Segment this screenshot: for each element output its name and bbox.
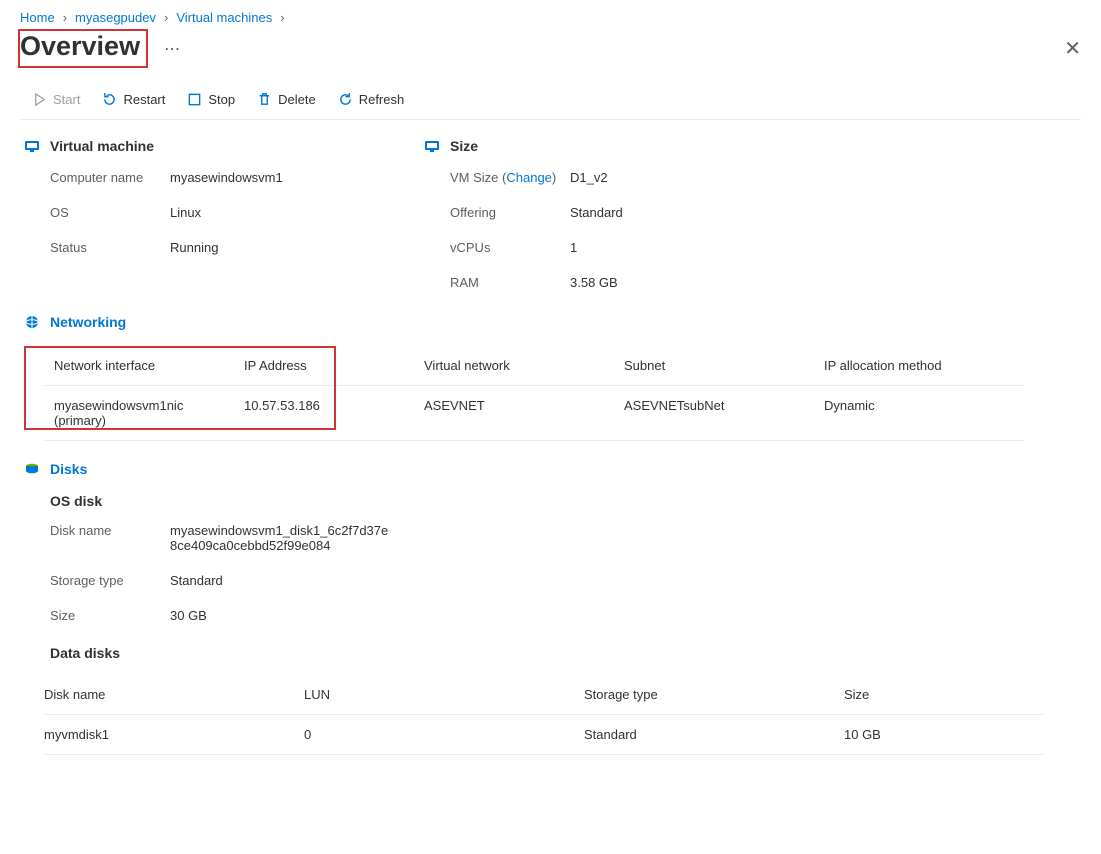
storage-type-label: Storage type	[50, 573, 170, 588]
command-bar: Start Restart Stop Delete Refresh	[20, 80, 1081, 120]
dd-lun-value: 0	[304, 715, 584, 755]
network-icon	[24, 314, 40, 330]
restart-button[interactable]: Restart	[98, 90, 169, 109]
stop-button[interactable]: Stop	[183, 90, 239, 109]
vnet-value: ASEVNET	[424, 386, 624, 441]
status-label: Status	[50, 240, 170, 255]
os-value: Linux	[170, 205, 364, 220]
breadcrumb-section[interactable]: Virtual machines	[176, 10, 272, 25]
storage-type-value: Standard	[170, 573, 444, 588]
networking-table: Network interface IP Address Virtual net…	[44, 346, 1077, 441]
size-icon	[424, 138, 440, 154]
subnet-value: ASEVNETsubNet	[624, 386, 824, 441]
breadcrumb-resource[interactable]: myasegpudev	[75, 10, 156, 25]
ip-value: 10.57.53.186	[244, 386, 424, 441]
data-disks-table: Disk name LUN Storage type Size myvmdisk…	[44, 675, 1077, 755]
vmsize-label: VM Size (Change)	[450, 170, 570, 185]
chevron-right-icon: ›	[63, 10, 67, 25]
dd-storage-value: Standard	[584, 715, 844, 755]
refresh-label: Refresh	[359, 92, 405, 107]
refresh-icon	[338, 92, 353, 107]
nic-header: Network interface	[44, 346, 244, 386]
breadcrumb-home[interactable]: Home	[20, 10, 55, 25]
dd-lun-header: LUN	[304, 675, 584, 715]
stop-label: Stop	[208, 92, 235, 107]
play-icon	[32, 92, 47, 107]
alloc-value: Dynamic	[824, 386, 1024, 441]
vcpus-label: vCPUs	[450, 240, 570, 255]
start-button: Start	[28, 90, 84, 109]
alloc-header: IP allocation method	[824, 346, 1024, 386]
page-title: Overview	[20, 31, 140, 61]
trash-icon	[257, 92, 272, 107]
networking-section-header[interactable]: Networking	[24, 314, 1077, 330]
ram-value: 3.58 GB	[570, 275, 764, 290]
offering-label: Offering	[450, 205, 570, 220]
restart-icon	[102, 92, 117, 107]
vm-heading: Virtual machine	[50, 138, 154, 154]
dd-size-header: Size	[844, 675, 1044, 715]
computer-name-label: Computer name	[50, 170, 170, 185]
chevron-right-icon: ›	[164, 10, 168, 25]
change-size-link[interactable]: Change	[506, 170, 552, 185]
vmsize-value: D1_v2	[570, 170, 764, 185]
disks-heading: Disks	[50, 461, 87, 477]
dd-storage-header: Storage type	[584, 675, 844, 715]
disks-icon	[24, 461, 40, 477]
os-disk-heading: OS disk	[50, 493, 1077, 509]
vcpus-value: 1	[570, 240, 764, 255]
nic-value: myasewindowsvm1nic (primary)	[44, 386, 244, 441]
os-label: OS	[50, 205, 170, 220]
disk-size-value: 30 GB	[170, 608, 444, 623]
dd-name-header: Disk name	[44, 675, 304, 715]
vm-icon	[24, 138, 40, 154]
restart-label: Restart	[123, 92, 165, 107]
chevron-right-icon: ›	[280, 10, 284, 25]
networking-heading: Networking	[50, 314, 126, 330]
delete-label: Delete	[278, 92, 316, 107]
offering-value: Standard	[570, 205, 764, 220]
more-icon[interactable]: ⋯	[156, 39, 180, 59]
stop-icon	[187, 92, 202, 107]
vm-section-header: Virtual machine	[24, 138, 364, 154]
computer-name-value: myasewindowsvm1	[170, 170, 364, 185]
data-disks-heading: Data disks	[50, 645, 1077, 661]
dd-size-value: 10 GB	[844, 715, 1044, 755]
refresh-button[interactable]: Refresh	[334, 90, 409, 109]
size-section-header: Size	[424, 138, 764, 154]
close-icon[interactable]: ✕	[1064, 39, 1081, 59]
ram-label: RAM	[450, 275, 570, 290]
breadcrumb: Home › myasegpudev › Virtual machines ›	[20, 10, 1081, 25]
start-label: Start	[53, 92, 80, 107]
disk-name-value: myasewindowsvm1_disk1_6c2f7d37e8ce409ca0…	[170, 523, 390, 553]
ip-header: IP Address	[244, 346, 424, 386]
size-heading: Size	[450, 138, 478, 154]
subnet-header: Subnet	[624, 346, 824, 386]
status-value: Running	[170, 240, 364, 255]
disks-section-header[interactable]: Disks	[24, 461, 1077, 477]
vnet-header: Virtual network	[424, 346, 624, 386]
dd-name-value: myvmdisk1	[44, 715, 304, 755]
disk-name-label: Disk name	[50, 523, 170, 553]
disk-size-label: Size	[50, 608, 170, 623]
delete-button[interactable]: Delete	[253, 90, 320, 109]
